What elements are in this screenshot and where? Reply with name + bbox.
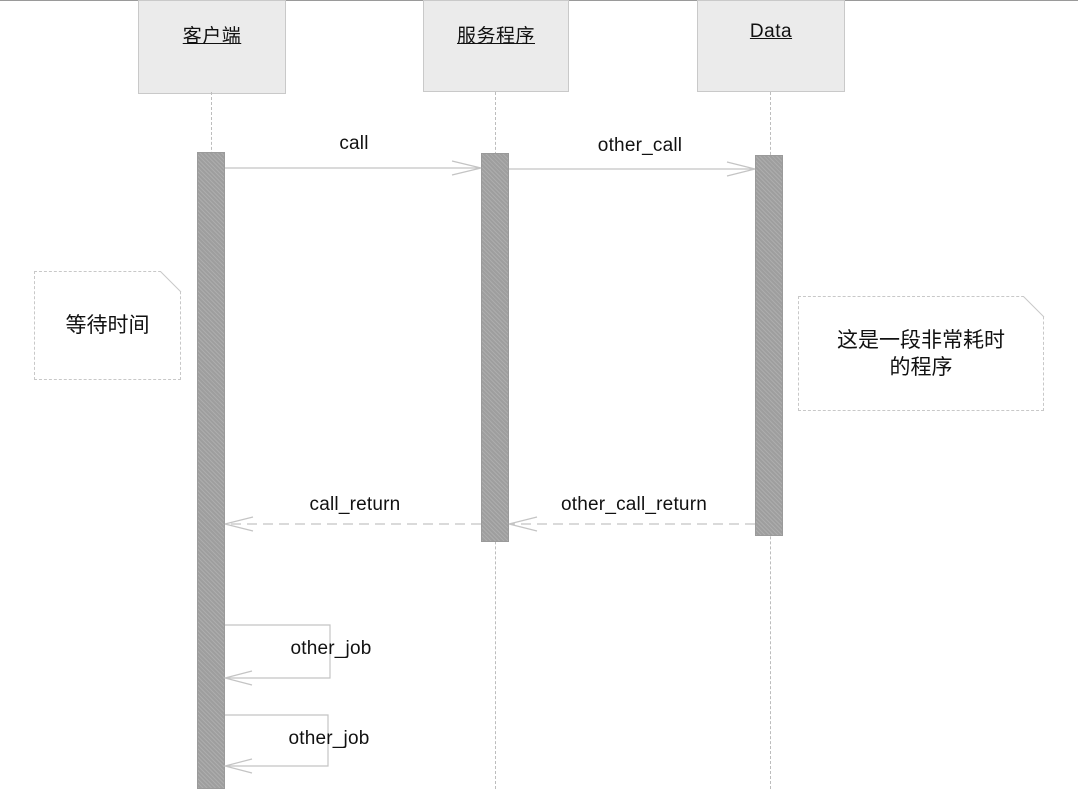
note-slow-program: 这是一段非常耗时 的程序 <box>798 296 1044 411</box>
message-other-job-1-label: other_job <box>290 638 372 659</box>
arrow-call-return <box>224 516 481 532</box>
note-slow-program-line2: 的程序 <box>889 354 953 379</box>
message-other-job-2-label: other_job <box>288 728 370 749</box>
note-slow-fold <box>1023 296 1045 318</box>
note-wait-fold <box>160 271 182 293</box>
arrow-other-call <box>509 161 756 177</box>
arrow-other-call-return <box>508 516 755 532</box>
note-slow-program-text: 这是一段非常耗时 的程序 <box>837 327 1005 380</box>
note-wait-time-text: 等待时间 <box>65 313 150 338</box>
arrow-call <box>225 160 482 176</box>
note-wait-time: 等待时间 <box>34 271 181 380</box>
message-other-call-label: other_call <box>597 135 683 156</box>
message-other-call-return-label: other_call_return <box>561 494 707 515</box>
note-slow-program-line1: 这是一段非常耗时 <box>837 328 1005 353</box>
message-call-label: call <box>339 133 369 154</box>
message-call-return-label: call_return <box>309 494 401 515</box>
